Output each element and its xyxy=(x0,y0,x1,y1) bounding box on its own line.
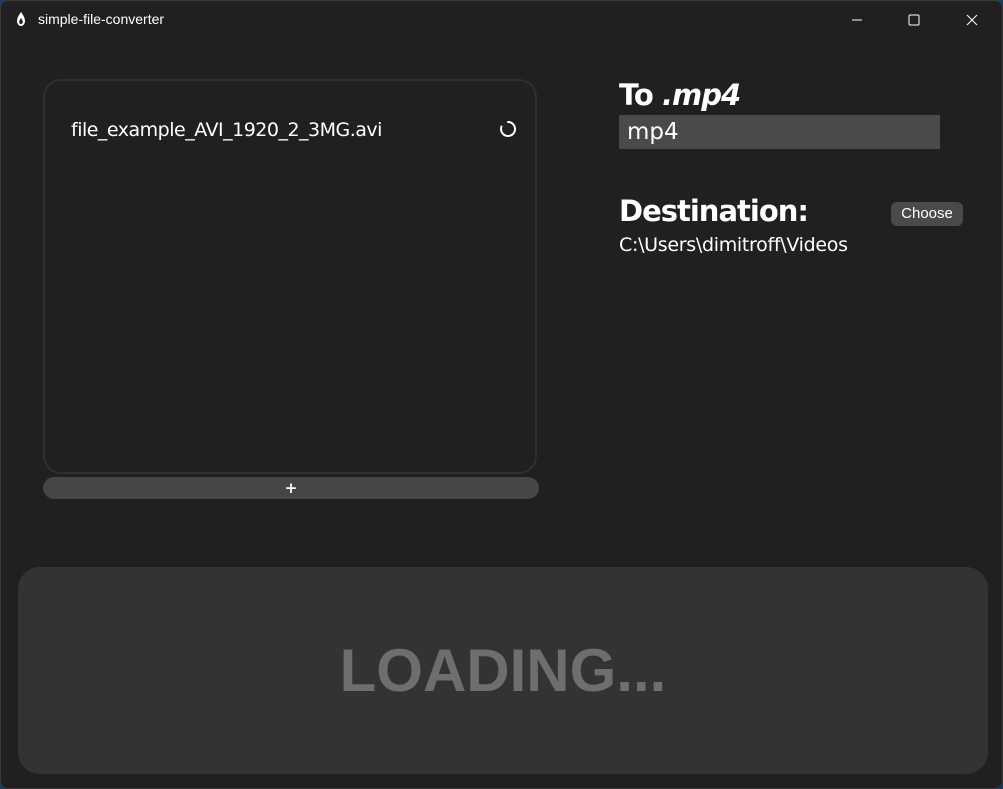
maximize-button[interactable] xyxy=(885,1,943,38)
format-input[interactable] xyxy=(619,115,940,149)
destination-path: C:\Users\dimitroff\Videos xyxy=(619,234,848,256)
choose-destination-button[interactable]: Choose xyxy=(891,202,963,226)
add-file-button[interactable]: + xyxy=(43,477,539,499)
file-list[interactable]: file_example_AVI_1920_2_3MG.avi xyxy=(43,79,537,474)
title-bar[interactable]: simple-file-converter xyxy=(1,1,1002,38)
spinner-icon xyxy=(499,120,517,138)
target-format-heading: To .mp4 xyxy=(619,78,741,112)
minimize-icon xyxy=(851,14,863,26)
minimize-button[interactable] xyxy=(828,1,886,38)
close-icon xyxy=(966,14,978,26)
target-extension: .mp4 xyxy=(661,78,741,112)
file-list-item[interactable]: file_example_AVI_1920_2_3MG.avi xyxy=(71,119,519,143)
destination-label: Destination: xyxy=(619,194,809,228)
app-window: simple-file-converter file_example_AVI_1… xyxy=(0,0,1003,789)
close-button[interactable] xyxy=(943,1,1001,38)
window-title: simple-file-converter xyxy=(38,11,165,27)
flame-icon xyxy=(12,10,30,28)
target-prefix: To xyxy=(619,78,662,112)
convert-panel[interactable]: LOADING... xyxy=(18,567,988,774)
loading-status: LOADING... xyxy=(339,637,667,704)
main-content: file_example_AVI_1920_2_3MG.avi + To .mp… xyxy=(1,38,1002,788)
file-name: file_example_AVI_1920_2_3MG.avi xyxy=(71,119,382,141)
maximize-icon xyxy=(908,14,920,26)
